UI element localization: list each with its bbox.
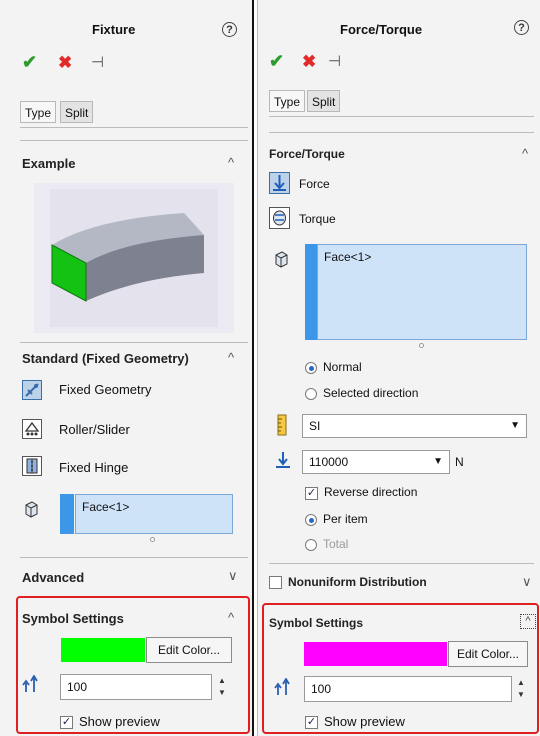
reverse-direction-checkbox[interactable]: ✓ (305, 487, 318, 500)
units-value: SI (309, 419, 321, 433)
collapse-icon[interactable]: ^ (520, 614, 536, 629)
symbol-settings-title: Symbol Settings (22, 611, 124, 626)
tab-split[interactable]: Split (307, 90, 341, 112)
divider (269, 132, 534, 133)
expand-icon[interactable]: ∨ (228, 568, 238, 584)
resize-handle[interactable] (419, 343, 424, 348)
spin-down-icon[interactable]: ▼ (517, 690, 525, 699)
unit-label: N (455, 455, 464, 469)
fixed-hinge-option[interactable]: Fixed Hinge (20, 456, 200, 482)
torque-option[interactable]: Torque (269, 207, 389, 233)
cancel-icon[interactable]: ✖ (58, 53, 72, 73)
divider (269, 116, 534, 117)
fixed-geometry-option[interactable]: Fixed Geometry (20, 380, 200, 406)
resize-handle[interactable] (150, 537, 155, 542)
dropdown-icon[interactable]: ▼ (433, 451, 443, 473)
selected-direction-radio[interactable] (305, 388, 317, 400)
example-section-title: Example (22, 156, 76, 171)
spin-down-icon[interactable]: ▼ (218, 688, 226, 697)
total-label: Total (323, 537, 349, 551)
panel-title: Force/Torque (340, 22, 423, 37)
force-value-icon (274, 450, 292, 473)
fixed-hinge-icon (22, 456, 42, 476)
collapse-icon[interactable]: ^ (228, 350, 234, 365)
reverse-direction-label: Reverse direction (324, 485, 418, 499)
roller-slider-option[interactable]: Roller/Slider (20, 419, 200, 445)
edit-color-button[interactable]: Edit Color... (146, 637, 232, 663)
force-value: 110000 (309, 455, 349, 469)
symbol-size-input[interactable]: 100 (304, 676, 512, 702)
torque-label: Torque (299, 212, 336, 226)
per-item-label: Per item (323, 512, 368, 526)
roller-slider-label: Roller/Slider (59, 422, 130, 437)
force-option[interactable]: Force (269, 172, 389, 198)
selection-color-bar (60, 494, 74, 534)
symbol-size-icon (274, 677, 296, 699)
divider (20, 127, 248, 128)
show-preview-label: Show preview (324, 714, 405, 729)
show-preview-label: Show preview (79, 714, 160, 729)
example-image (34, 183, 234, 333)
divider (269, 563, 534, 564)
fixed-hinge-label: Fixed Hinge (59, 460, 129, 475)
pin-icon[interactable]: ⊣ (91, 53, 104, 71)
force-value-input[interactable]: 110000 ▼ (302, 450, 450, 474)
force-label: Force (299, 177, 330, 191)
selected-face[interactable]: Face<1> (324, 250, 371, 264)
collapse-icon[interactable]: ^ (522, 146, 528, 161)
force-torque-panel: Force/Torque ? ✔ ✖ ⊣ Type Split Force/To… (257, 0, 540, 736)
fixture-panel: Fixture ? ✔ ✖ ⊣ Type Split Example ^ Sta… (0, 0, 254, 736)
total-radio[interactable] (305, 539, 317, 551)
selected-face[interactable]: Face<1> (82, 500, 129, 514)
roller-slider-icon (22, 419, 42, 439)
symbol-color-swatch (304, 642, 447, 666)
ok-icon[interactable]: ✔ (22, 52, 37, 73)
tab-type[interactable]: Type (20, 101, 57, 123)
tab-split[interactable]: Split (60, 101, 94, 123)
selected-direction-label: Selected direction (323, 386, 419, 400)
torque-icon (269, 207, 290, 229)
force-icon (269, 172, 290, 194)
spin-up-icon[interactable]: ▲ (517, 678, 525, 687)
help-icon[interactable]: ? (514, 20, 529, 35)
divider (20, 140, 248, 141)
collapse-icon[interactable]: ^ (228, 155, 234, 170)
tab-type[interactable]: Type (269, 90, 306, 112)
normal-label: Normal (323, 360, 362, 374)
normal-radio[interactable] (305, 362, 317, 374)
units-icon (275, 414, 289, 439)
dropdown-icon[interactable]: ▼ (510, 415, 520, 437)
standard-section-title: Standard (Fixed Geometry) (22, 351, 189, 366)
face-selection-icon (22, 500, 40, 521)
fixed-geometry-icon (22, 380, 42, 400)
collapse-icon[interactable]: ^ (228, 610, 234, 625)
help-icon[interactable]: ? (222, 22, 237, 37)
symbol-settings-title: Symbol Settings (269, 616, 364, 630)
units-select[interactable]: SI ▼ (302, 414, 527, 438)
face-selection-icon (272, 250, 290, 271)
cancel-icon[interactable]: ✖ (302, 52, 316, 72)
nonuniform-title: Nonuniform Distribution (288, 575, 427, 589)
nonuniform-checkbox[interactable] (269, 576, 282, 589)
selection-color-bar (305, 244, 317, 340)
symbol-size-icon (22, 674, 44, 696)
advanced-section-title: Advanced (22, 570, 85, 585)
symbol-color-swatch (61, 638, 145, 662)
fixed-geometry-label: Fixed Geometry (59, 382, 152, 397)
face-selection-list[interactable]: Face<1> (75, 494, 233, 534)
per-item-radio[interactable] (305, 514, 317, 526)
face-selection-list[interactable]: Face<1> (317, 244, 527, 340)
expand-icon[interactable]: ∨ (522, 574, 532, 590)
ok-icon[interactable]: ✔ (269, 51, 284, 72)
panel-title: Fixture (92, 22, 136, 37)
pin-icon[interactable]: ⊣ (328, 52, 341, 70)
divider (20, 557, 248, 558)
show-preview-checkbox[interactable]: ✓ (60, 716, 73, 729)
divider (20, 342, 248, 343)
edit-color-button[interactable]: Edit Color... (448, 641, 528, 667)
show-preview-checkbox[interactable]: ✓ (305, 716, 318, 729)
force-torque-section-title: Force/Torque (269, 147, 345, 161)
spin-up-icon[interactable]: ▲ (218, 676, 226, 685)
symbol-size-input[interactable]: 100 (60, 674, 212, 700)
